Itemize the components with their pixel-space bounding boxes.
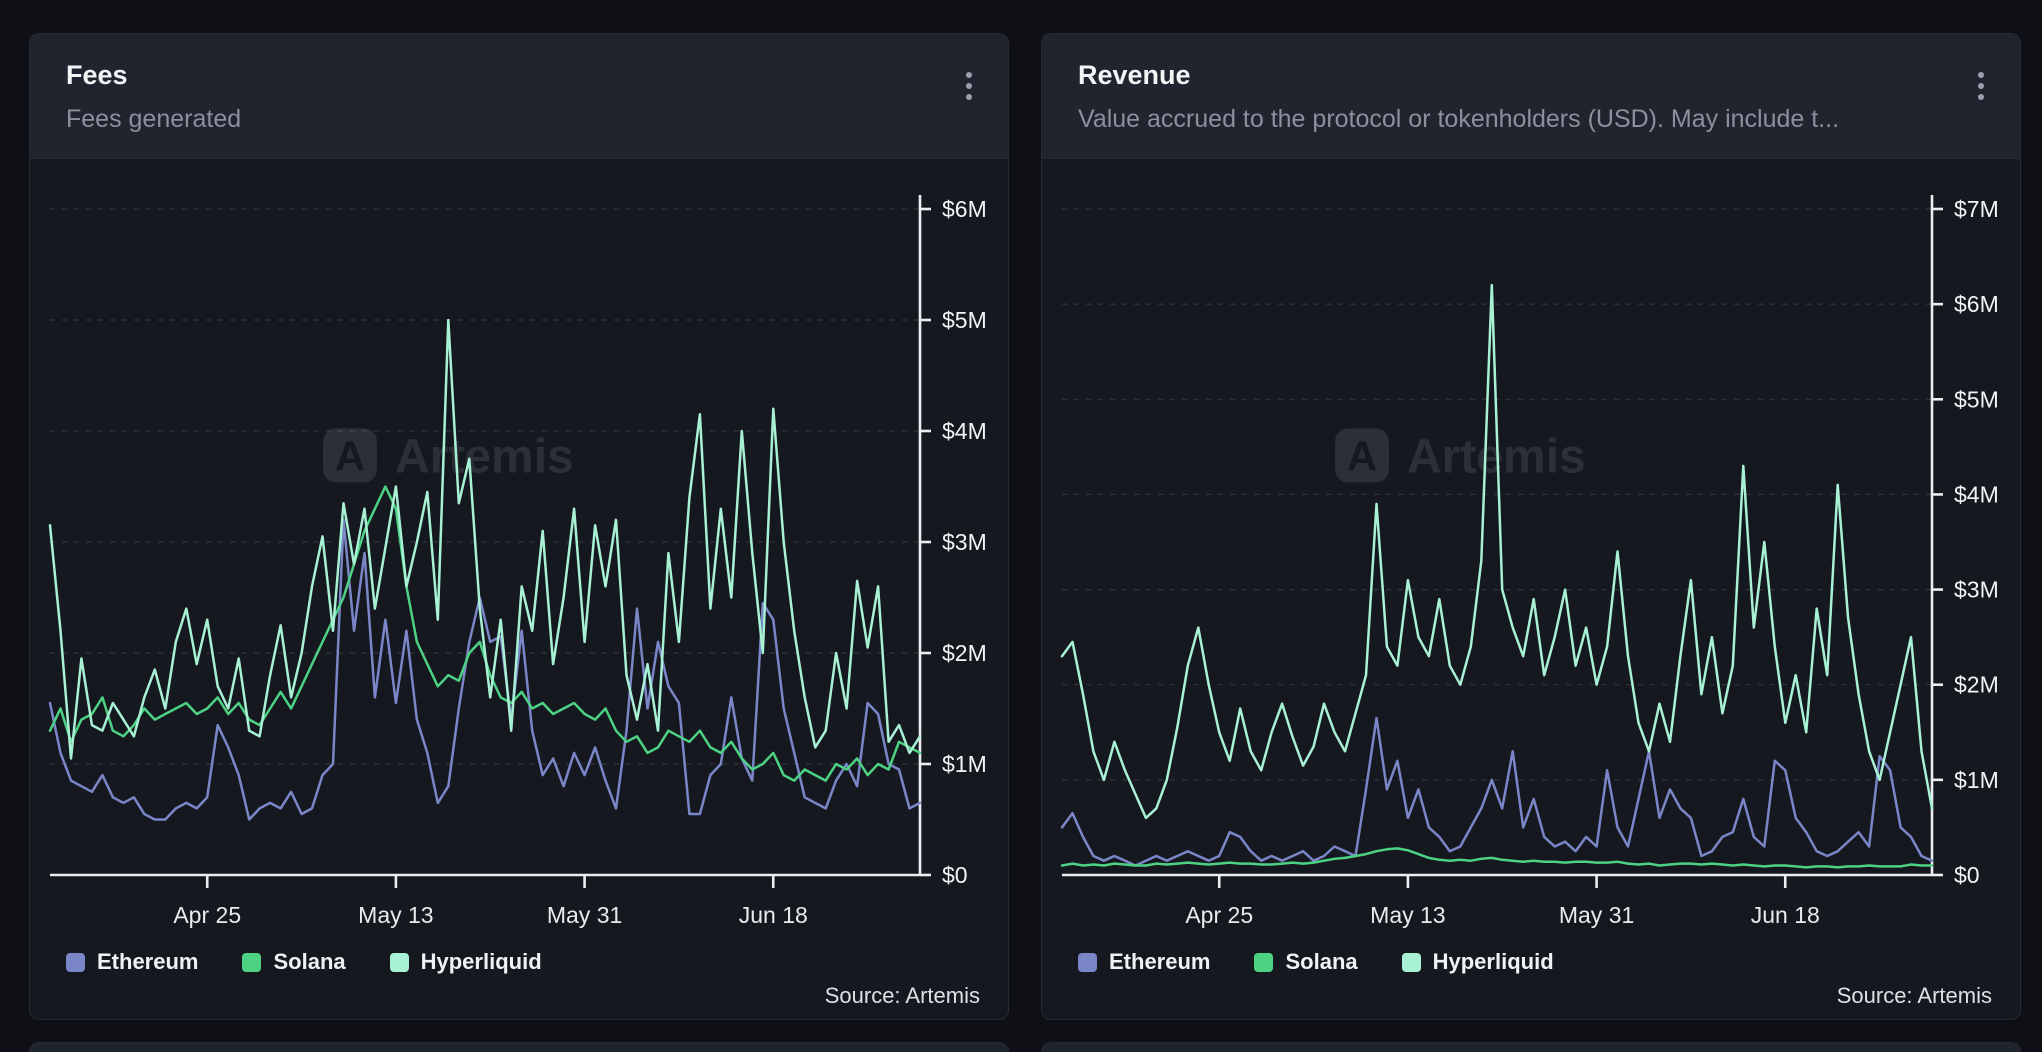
fees-card-footer: Ethereum Solana Hyperliquid Source: Arte… xyxy=(30,949,1008,1020)
x-axis-label: Jun 18 xyxy=(739,902,808,928)
legend-item-hyperliquid[interactable]: Hyperliquid xyxy=(1402,949,1554,975)
legend-label-solana: Solana xyxy=(1285,949,1357,975)
legend-label-hyperliquid: Hyperliquid xyxy=(1433,949,1554,975)
artemis-watermark: AArtemis xyxy=(1335,428,1586,483)
legend-label-ethereum: Ethereum xyxy=(97,949,198,975)
next-card-top-right xyxy=(1041,1042,2021,1052)
legend-item-hyperliquid[interactable]: Hyperliquid xyxy=(390,949,542,975)
hyperliquid-swatch-icon xyxy=(390,953,409,972)
y-axis-label: $5M xyxy=(1954,386,1999,412)
legend-item-ethereum[interactable]: Ethereum xyxy=(66,949,198,975)
card-title-fees: Fees xyxy=(66,60,972,91)
fees-card-header: Fees Fees generated xyxy=(30,34,1008,159)
y-axis-label: $7M xyxy=(1954,196,1999,222)
x-axis-label: Apr 25 xyxy=(1185,902,1253,928)
revenue-chart-legend: Ethereum Solana Hyperliquid xyxy=(1070,949,1992,975)
revenue-chart-canvas[interactable]: AArtemis $0 $1M $2M $3M $4M $5M $6M $7M Apr 25 May… xyxy=(1042,159,2021,949)
kebab-menu-icon[interactable] xyxy=(1972,66,1990,106)
y-axis-label: $6M xyxy=(942,196,987,222)
legend-item-solana[interactable]: Solana xyxy=(242,949,345,975)
series-line-hyperliquid xyxy=(50,320,920,759)
series-line-ethereum xyxy=(50,520,920,820)
legend-item-ethereum[interactable]: Ethereum xyxy=(1078,949,1210,975)
fees-chart-area: A Artemis $0 $1M $2M $3M $4M $5M $6M Apr 25 May 13… xyxy=(30,159,1008,949)
y-axis-label: $6M xyxy=(1954,291,1999,317)
revenue-card-footer: Ethereum Solana Hyperliquid Source: Arte… xyxy=(1042,949,2020,1020)
next-row-preview xyxy=(0,1042,2042,1052)
y-axis-label: $3M xyxy=(942,529,987,555)
legend-label-hyperliquid: Hyperliquid xyxy=(421,949,542,975)
y-axis-label: $2M xyxy=(942,640,987,666)
series-line-hyperliquid xyxy=(1062,285,1932,818)
fees-chart-legend: Ethereum Solana Hyperliquid xyxy=(58,949,980,975)
y-axis-label: $3M xyxy=(1954,577,1999,603)
revenue-chart-area: AArtemis $0 $1M $2M $3M $4M $5M $6M $7M Apr 25 May… xyxy=(1042,159,2020,949)
x-axis-label: May 13 xyxy=(358,902,433,928)
card-subtitle-fees: Fees generated xyxy=(66,105,972,134)
revenue-card: Revenue Value accrued to the protocol or… xyxy=(1041,33,2021,1020)
dashboard: Fees Fees generated AArtemis$0$1M$2M$3M$… xyxy=(0,0,2042,1020)
series-line-ethereum xyxy=(1062,718,1932,866)
x-axis-label: May 13 xyxy=(1370,902,1445,928)
source-attribution: Source: Artemis xyxy=(825,983,980,1009)
fees-chart-canvas[interactable]: A Artemis $0 $1M $2M $3M $4M $5M $6M Apr 25 May 13… xyxy=(30,159,1009,949)
svg-text:Artemis: Artemis xyxy=(395,430,574,483)
card-title-revenue: Revenue xyxy=(1078,60,1984,91)
legend-label-solana: Solana xyxy=(273,949,345,975)
next-card-top-left xyxy=(29,1042,1009,1052)
x-axis-label: May 31 xyxy=(547,902,622,928)
y-axis-label: $1M xyxy=(1954,767,1999,793)
legend-item-solana[interactable]: Solana xyxy=(1254,949,1357,975)
hyperliquid-swatch-icon xyxy=(1402,953,1421,972)
x-axis-label: Jun 18 xyxy=(1751,902,1820,928)
legend-label-ethereum: Ethereum xyxy=(1109,949,1210,975)
x-axis-label: Apr 25 xyxy=(173,902,241,928)
svg-text:A: A xyxy=(335,432,365,479)
artemis-watermark: A Artemis xyxy=(323,428,574,483)
y-axis-label: $1M xyxy=(942,751,987,777)
x-axis-label: May 31 xyxy=(1559,902,1634,928)
source-attribution: Source: Artemis xyxy=(1837,983,1992,1009)
fees-card: Fees Fees generated A Artemis $0 $1M $2M $3M $… xyxy=(29,33,1009,1020)
kebab-menu-icon[interactable] xyxy=(960,66,978,106)
solana-swatch-icon xyxy=(242,953,261,972)
revenue-card-header: Revenue Value accrued to the protocol or… xyxy=(1042,34,2020,159)
svg-text:A: A xyxy=(1347,432,1377,479)
y-axis-label: $2M xyxy=(1954,672,1999,698)
y-axis-label: $0 xyxy=(942,862,968,888)
y-axis-label: $0 xyxy=(1954,862,1980,888)
ethereum-swatch-icon xyxy=(66,953,85,972)
y-axis-label: $5M xyxy=(942,307,987,333)
ethereum-swatch-icon xyxy=(1078,953,1097,972)
y-axis-label: $4M xyxy=(1954,481,1999,507)
card-subtitle-revenue: Value accrued to the protocol or tokenho… xyxy=(1078,105,1984,134)
series-line-solana xyxy=(1062,848,1932,867)
y-axis-label: $4M xyxy=(942,418,987,444)
solana-swatch-icon xyxy=(1254,953,1273,972)
